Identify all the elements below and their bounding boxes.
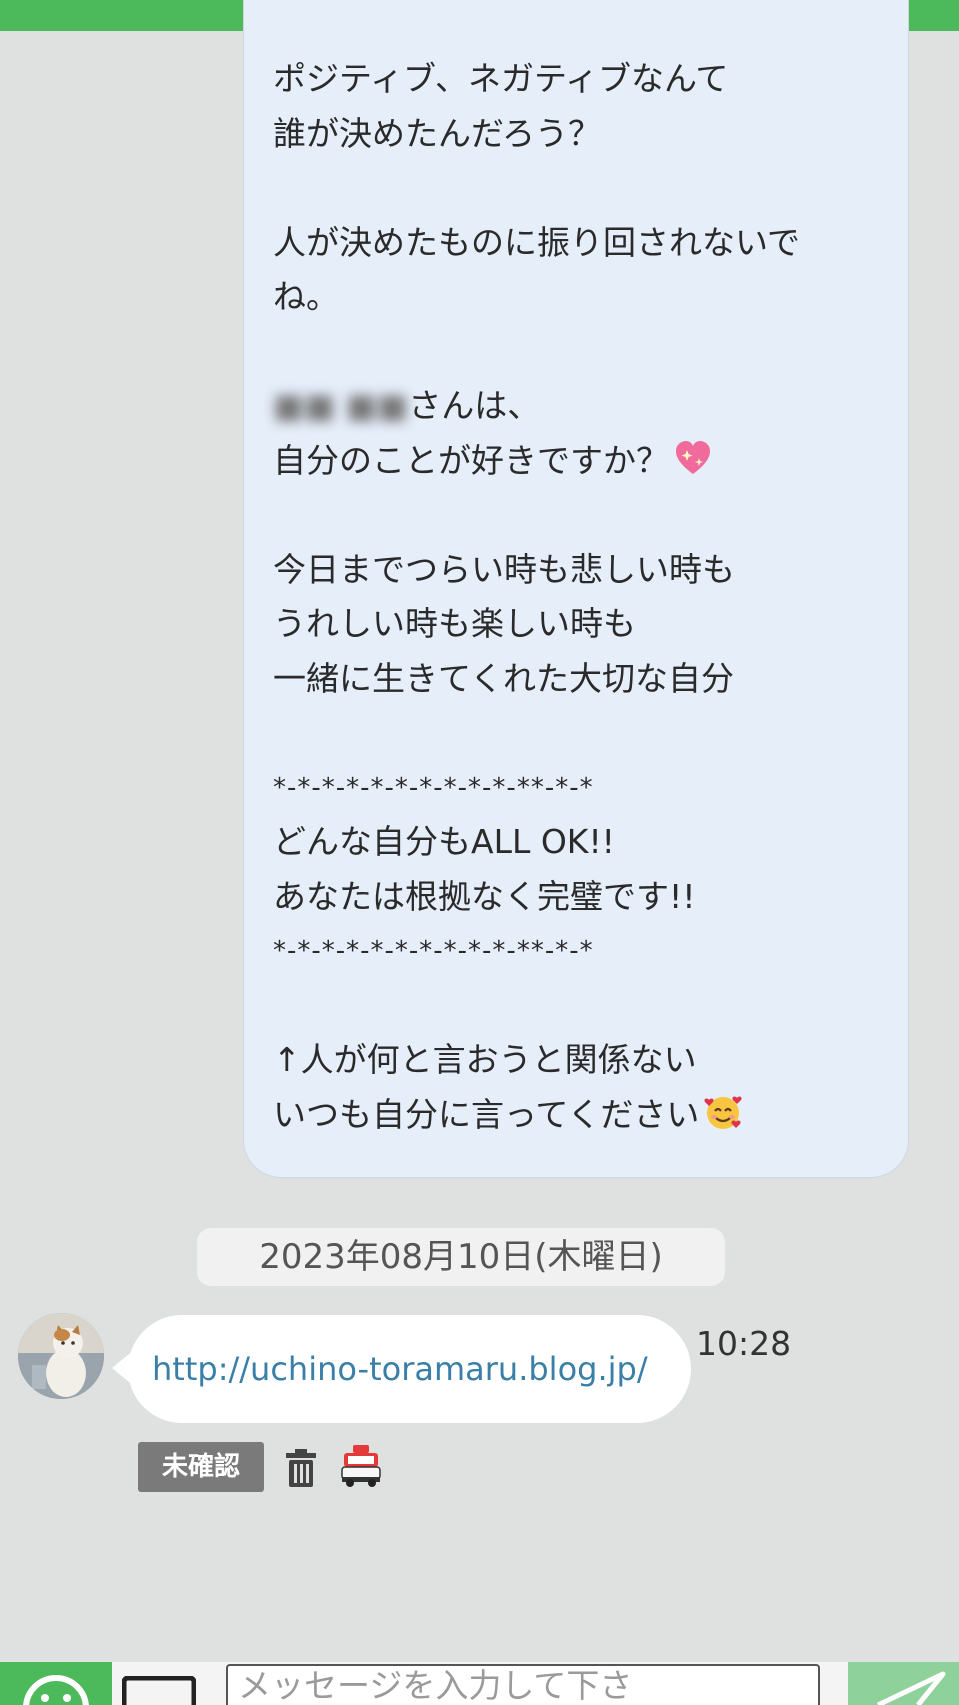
outgoing-message-bubble: ポジティブ、ネガティブなんて 誰が決めたんだろう？ 人が決めたものに振り回されな… [243, 0, 909, 1178]
image-icon[interactable] [122, 1676, 196, 1705]
send-arrow-icon [876, 1671, 946, 1705]
emoji-button[interactable] [0, 1662, 112, 1705]
outgoing-message-text: ポジティブ、ネガティブなんて 誰が決めたんだろう？ 人が決めたものに振り回されな… [273, 52, 893, 1142]
cat-avatar[interactable] [18, 1313, 104, 1399]
message-line: あなたは根拠なく完璧です!! [273, 876, 696, 916]
trash-icon[interactable] [283, 1447, 319, 1489]
message-input[interactable] [226, 1664, 820, 1705]
message-line: 人が決めたものに振り回されないで [273, 222, 801, 262]
sparkling-heart-icon [676, 440, 710, 474]
blurred-name: ■■ ■■ [273, 386, 409, 425]
avatar-image [18, 1313, 104, 1399]
unread-status-badge: 未確認 [138, 1442, 264, 1492]
message-line-blank [273, 325, 893, 380]
message-line: ↑人が何と言おうと関係ない [273, 1040, 697, 1079]
send-button[interactable] [848, 1662, 959, 1705]
message-line-blank [273, 161, 893, 216]
incoming-message-bubble: http://uchino-toramaru.blog.jp/ [128, 1315, 691, 1423]
message-text: いつも自分に言ってください [273, 1094, 700, 1134]
message-time: 10:28 [696, 1324, 792, 1363]
message-line: 自分のことが好きですか？ [273, 434, 893, 489]
message-line: うれしい時も楽しい時も [273, 604, 636, 643]
emoji-smile-icon [23, 1675, 89, 1705]
report-police-icon[interactable] [338, 1443, 384, 1489]
message-text: 自分のことが好きですか？ [273, 440, 669, 480]
date-separator: 2023年08月10日(木曜日) [197, 1228, 725, 1286]
message-input-bar [0, 1662, 959, 1705]
message-line: ポジティブ、ネガティブなんて [273, 59, 729, 98]
message-line-stars: *-*-*-*-*-*-*-*-*-*-**-*-* [273, 936, 594, 966]
message-line-stars: *-*-*-*-*-*-*-*-*-*-**-*-* [273, 772, 594, 803]
message-line: 誰が決めたんだろう？ [273, 113, 602, 153]
message-line: 今日までつらい時も悲しい時も [273, 549, 735, 589]
message-line-name: ■■ ■■さんは、 [273, 379, 893, 434]
message-line: ね。 [273, 277, 339, 316]
message-line-blank [273, 979, 893, 1034]
message-line: どんな自分もALL OK!! [273, 822, 615, 861]
message-line-blank [273, 706, 893, 761]
message-link[interactable]: http://uchino-toramaru.blog.jp/ [152, 1315, 672, 1423]
name-suffix: さんは、 [408, 386, 541, 425]
message-line-blank [273, 488, 893, 543]
message-line: いつも自分に言ってください [273, 1088, 893, 1143]
smiling-face-with-hearts-icon [704, 1096, 742, 1129]
message-line: 一緒に生きてくれた大切な自分 [273, 658, 735, 698]
